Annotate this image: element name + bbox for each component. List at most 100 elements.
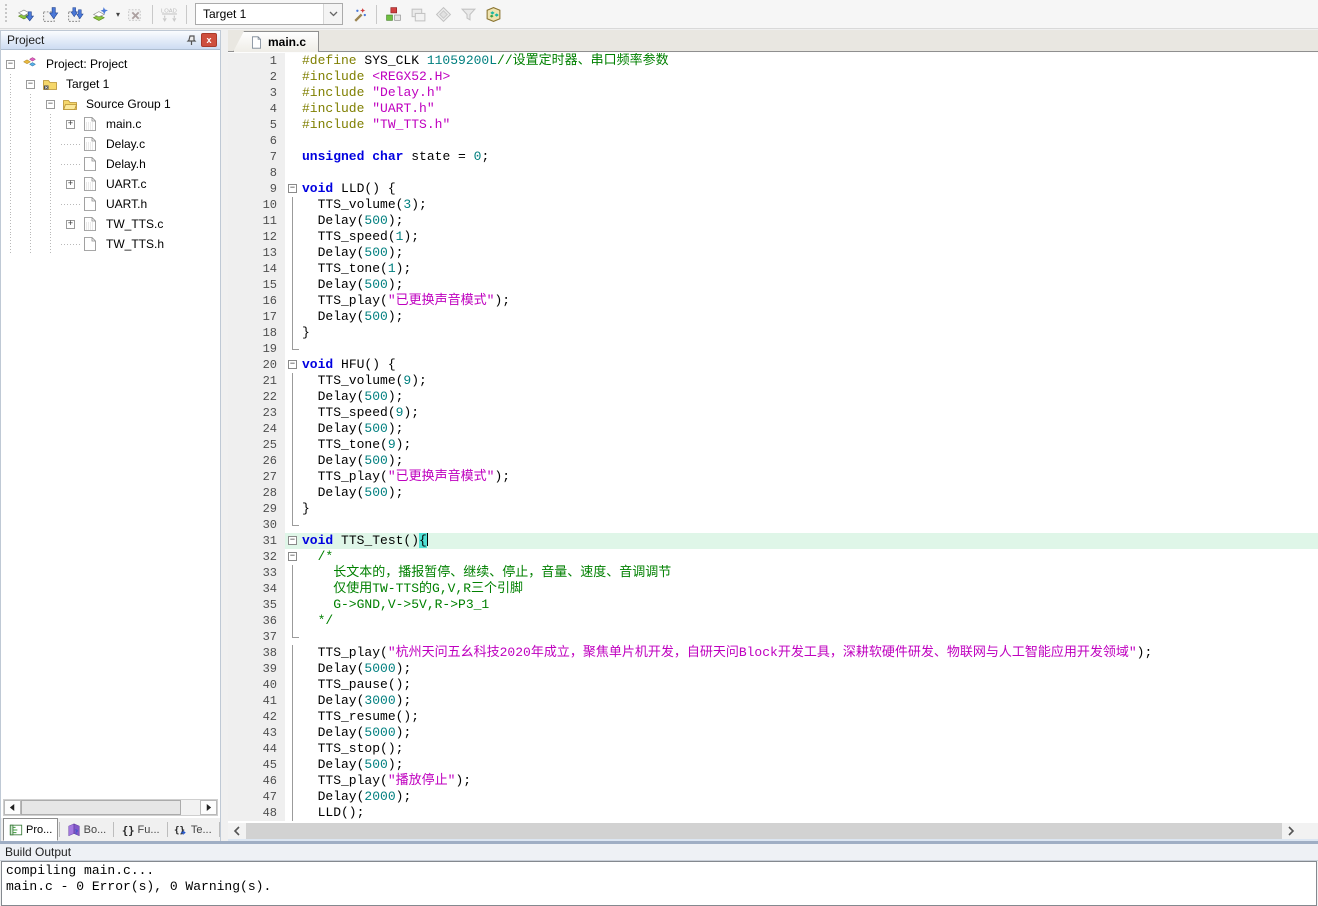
code-line-19[interactable]: 19: [228, 341, 1318, 357]
scroll-right-arrow[interactable]: [200, 800, 217, 815]
tree-item-tw-tts-c[interactable]: +TW_TTS.c: [1, 214, 220, 234]
tree-item-delay-c[interactable]: Delay.c: [1, 134, 220, 154]
tree-item-uart-c[interactable]: +UART.c: [1, 174, 220, 194]
code-line-6[interactable]: 6: [228, 133, 1318, 149]
code-line-13[interactable]: 13 Delay(500);: [228, 245, 1318, 261]
code-line-37[interactable]: 37: [228, 629, 1318, 645]
code-line-46[interactable]: 46 TTS_play("播放停止");: [228, 773, 1318, 789]
scroll-left-arrow[interactable]: [228, 823, 246, 839]
scrollbar-thumb[interactable]: [21, 800, 181, 815]
collapse-icon[interactable]: −: [6, 60, 15, 69]
tree-item-delay-h[interactable]: Delay.h: [1, 154, 220, 174]
code-line-40[interactable]: 40 TTS_pause();: [228, 677, 1318, 693]
stop-build-button[interactable]: [123, 2, 148, 26]
tree-item-tw-tts-h[interactable]: TW_TTS.h: [1, 234, 220, 254]
scroll-left-arrow[interactable]: [4, 800, 21, 815]
filter-button[interactable]: [456, 2, 481, 26]
code-line-24[interactable]: 24 Delay(500);: [228, 421, 1318, 437]
build-button[interactable]: [38, 2, 63, 26]
code-line-10[interactable]: 10 TTS_volume(3);: [228, 197, 1318, 213]
code-line-47[interactable]: 47 Delay(2000);: [228, 789, 1318, 805]
expand-icon[interactable]: +: [66, 220, 75, 229]
tab-main-c[interactable]: main.c: [233, 31, 319, 52]
pack-installer-button[interactable]: [481, 2, 506, 26]
code-line-44[interactable]: 44 TTS_stop();: [228, 741, 1318, 757]
code-line-15[interactable]: 15 Delay(500);: [228, 277, 1318, 293]
batch-build-button[interactable]: [88, 2, 113, 26]
code-line-27[interactable]: 27 TTS_play("已更换声音模式");: [228, 469, 1318, 485]
code-line-33[interactable]: 33 长文本的，播报暂停、继续、停止，音量、速度、音调调节: [228, 565, 1318, 581]
code-line-8[interactable]: 8: [228, 165, 1318, 181]
view-tab-te[interactable]: {}Te...: [168, 818, 218, 841]
collapse-icon[interactable]: −: [26, 80, 35, 89]
chevron-down-icon[interactable]: [323, 4, 342, 24]
code-line-45[interactable]: 45 Delay(500);: [228, 757, 1318, 773]
code-line-23[interactable]: 23 TTS_speed(9);: [228, 405, 1318, 421]
code-line-17[interactable]: 17 Delay(500);: [228, 309, 1318, 325]
code-line-2[interactable]: 2#include <REGX52.H>: [228, 69, 1318, 85]
multi-project-button[interactable]: [406, 2, 431, 26]
code-editor[interactable]: 1#define SYS_CLK 11059200L//设置定时器、串口频率参数…: [228, 53, 1318, 822]
code-line-4[interactable]: 4#include "UART.h": [228, 101, 1318, 117]
code-line-28[interactable]: 28 Delay(500);: [228, 485, 1318, 501]
code-line-16[interactable]: 16 TTS_play("已更换声音模式");: [228, 293, 1318, 309]
toolbar-grip[interactable]: [4, 4, 9, 24]
code-line-43[interactable]: 43 Delay(5000);: [228, 725, 1318, 741]
tree-item-main-c[interactable]: +main.c: [1, 114, 220, 134]
code-line-29[interactable]: 29}: [228, 501, 1318, 517]
code-line-48[interactable]: 48 LLD();: [228, 805, 1318, 821]
code-line-30[interactable]: 30: [228, 517, 1318, 533]
code-line-21[interactable]: 21 TTS_volume(9);: [228, 373, 1318, 389]
fold-collapse-icon[interactable]: −: [288, 360, 297, 369]
fold-collapse-icon[interactable]: −: [288, 184, 297, 193]
code-line-9[interactable]: 9−void LLD() {: [228, 181, 1318, 197]
code-line-31[interactable]: 31−void TTS_Test(){: [228, 533, 1318, 549]
tree-item-source-group-1[interactable]: −Source Group 1: [1, 94, 220, 114]
software-packs-button[interactable]: [431, 2, 456, 26]
code-line-34[interactable]: 34 仅使用TW-TTS的G,V,R三个引脚: [228, 581, 1318, 597]
code-line-39[interactable]: 39 Delay(5000);: [228, 661, 1318, 677]
scrollbar-thumb[interactable]: [246, 823, 1282, 839]
fold-collapse-icon[interactable]: −: [288, 536, 297, 545]
code-line-26[interactable]: 26 Delay(500);: [228, 453, 1318, 469]
view-tab-bo[interactable]: ?Bo...: [61, 818, 113, 841]
code-line-12[interactable]: 12 TTS_speed(1);: [228, 229, 1318, 245]
batch-build-dropdown[interactable]: ▾: [113, 2, 123, 26]
code-line-18[interactable]: 18}: [228, 325, 1318, 341]
code-line-11[interactable]: 11 Delay(500);: [228, 213, 1318, 229]
scrollbar-track[interactable]: [181, 800, 200, 815]
code-line-32[interactable]: 32− /*: [228, 549, 1318, 565]
file-extensions-button[interactable]: [381, 2, 406, 26]
code-line-38[interactable]: 38 TTS_play("杭州天问五幺科技2020年成立，聚焦单片机开发，自研天…: [228, 645, 1318, 661]
view-tab-pro[interactable]: Pro...: [3, 818, 58, 841]
code-line-5[interactable]: 5#include "TW_TTS.h": [228, 117, 1318, 133]
download-button[interactable]: LOAD: [157, 2, 182, 26]
expand-icon[interactable]: +: [66, 120, 75, 129]
code-line-7[interactable]: 7unsigned char state = 0;: [228, 149, 1318, 165]
code-line-22[interactable]: 22 Delay(500);: [228, 389, 1318, 405]
view-tab-fu[interactable]: {}Fu...: [115, 818, 166, 841]
rebuild-button[interactable]: [63, 2, 88, 26]
code-line-14[interactable]: 14 TTS_tone(1);: [228, 261, 1318, 277]
code-line-41[interactable]: 41 Delay(3000);: [228, 693, 1318, 709]
code-line-36[interactable]: 36 */: [228, 613, 1318, 629]
target-select[interactable]: Target 1: [195, 3, 343, 25]
tree-item-target-1[interactable]: −Target 1: [1, 74, 220, 94]
pin-icon[interactable]: [183, 33, 199, 47]
close-icon[interactable]: x: [201, 33, 217, 47]
project-horizontal-scrollbar[interactable]: [3, 799, 218, 816]
tree-item-project-project[interactable]: −Project: Project: [1, 54, 220, 74]
collapse-icon[interactable]: −: [46, 100, 55, 109]
tree-item-uart-h[interactable]: UART.h: [1, 194, 220, 214]
translate-button[interactable]: [13, 2, 38, 26]
options-for-target-button[interactable]: [347, 2, 372, 26]
code-line-20[interactable]: 20−void HFU() {: [228, 357, 1318, 373]
fold-collapse-icon[interactable]: −: [288, 552, 297, 561]
code-line-25[interactable]: 25 TTS_tone(9);: [228, 437, 1318, 453]
expand-icon[interactable]: +: [66, 180, 75, 189]
code-line-42[interactable]: 42 TTS_resume();: [228, 709, 1318, 725]
editor-horizontal-scrollbar[interactable]: [228, 823, 1318, 839]
code-line-1[interactable]: 1#define SYS_CLK 11059200L//设置定时器、串口频率参数: [228, 53, 1318, 69]
panel-splitter[interactable]: [221, 30, 228, 841]
code-line-3[interactable]: 3#include "Delay.h": [228, 85, 1318, 101]
